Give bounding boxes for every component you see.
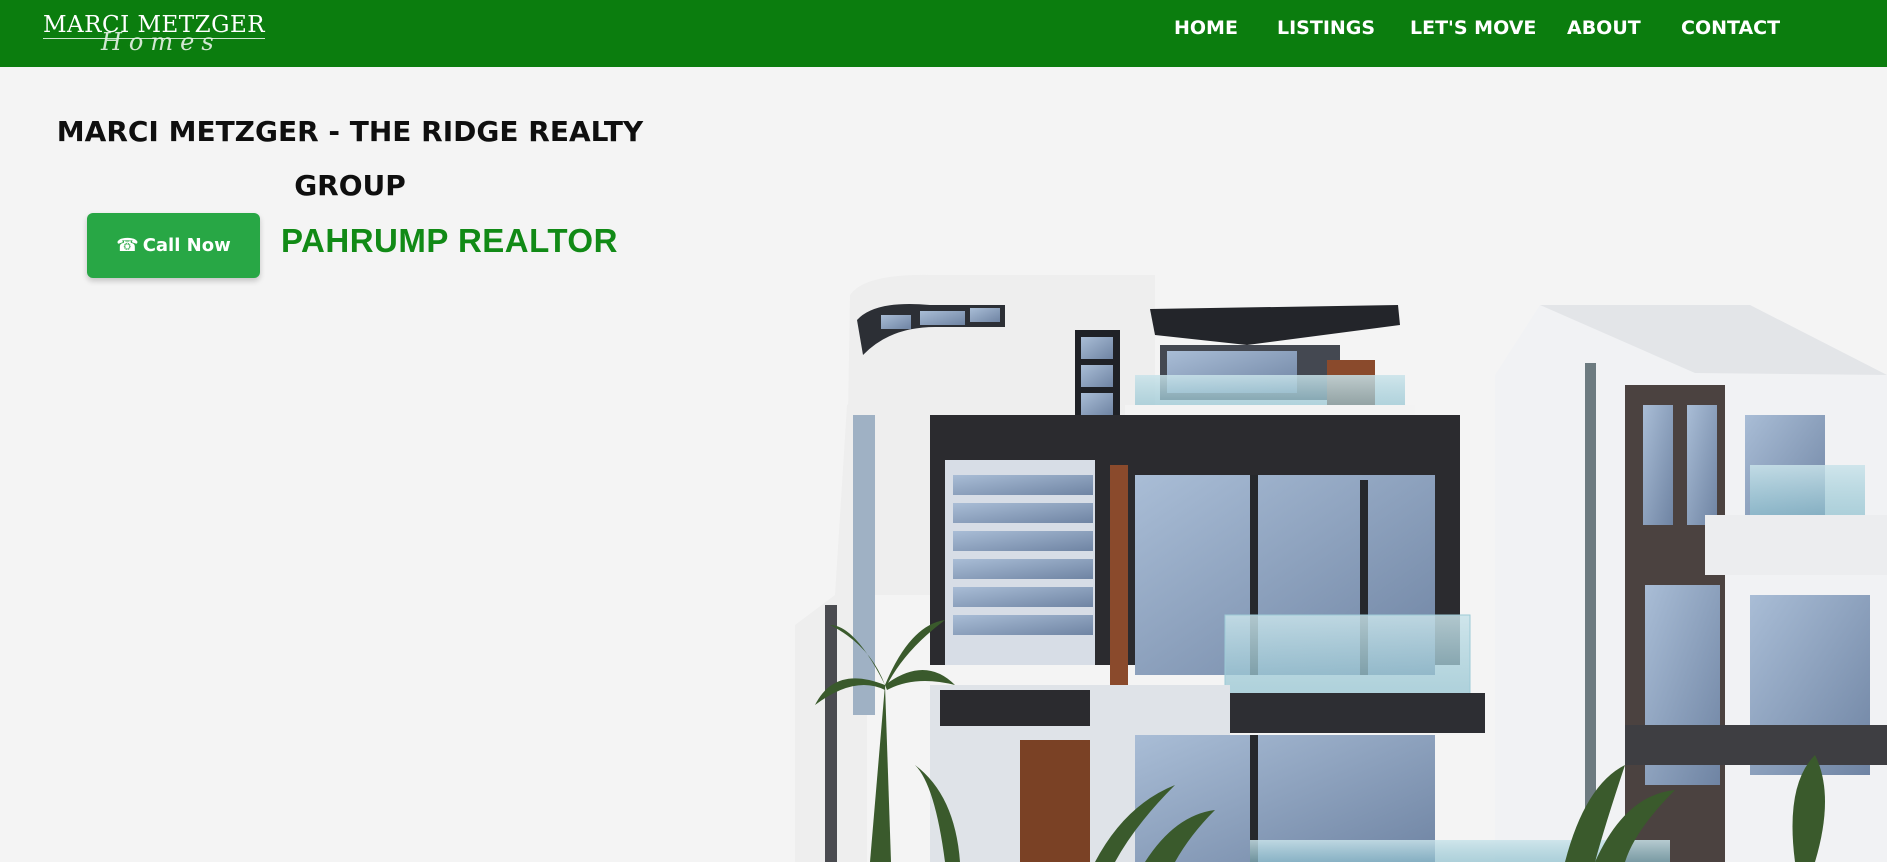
logo-script-text: Homes bbox=[101, 28, 221, 56]
modern-house-image bbox=[795, 274, 1887, 862]
nav-lets-move[interactable]: LET'S MOVE bbox=[1410, 17, 1536, 39]
page: MARCI METZGER Homes HOME LISTINGS LET'S … bbox=[0, 0, 1887, 862]
hero-title: MARCI METZGER - THE RIDGE REALTY GROUP bbox=[56, 115, 644, 202]
call-now-label: Call Now bbox=[142, 235, 231, 256]
site-logo[interactable]: MARCI METZGER Homes bbox=[43, 12, 273, 56]
nav-listings[interactable]: LISTINGS bbox=[1277, 17, 1375, 39]
nav-contact[interactable]: CONTACT bbox=[1681, 17, 1780, 39]
call-now-button[interactable]: ☎ Call Now bbox=[87, 213, 260, 278]
hero-tagline: PAHRUMP REALTOR bbox=[281, 222, 618, 259]
site-header: MARCI METZGER Homes HOME LISTINGS LET'S … bbox=[0, 0, 1887, 67]
nav-about[interactable]: ABOUT bbox=[1567, 17, 1641, 39]
phone-icon: ☎ bbox=[116, 235, 139, 256]
nav-home[interactable]: HOME bbox=[1174, 17, 1238, 39]
